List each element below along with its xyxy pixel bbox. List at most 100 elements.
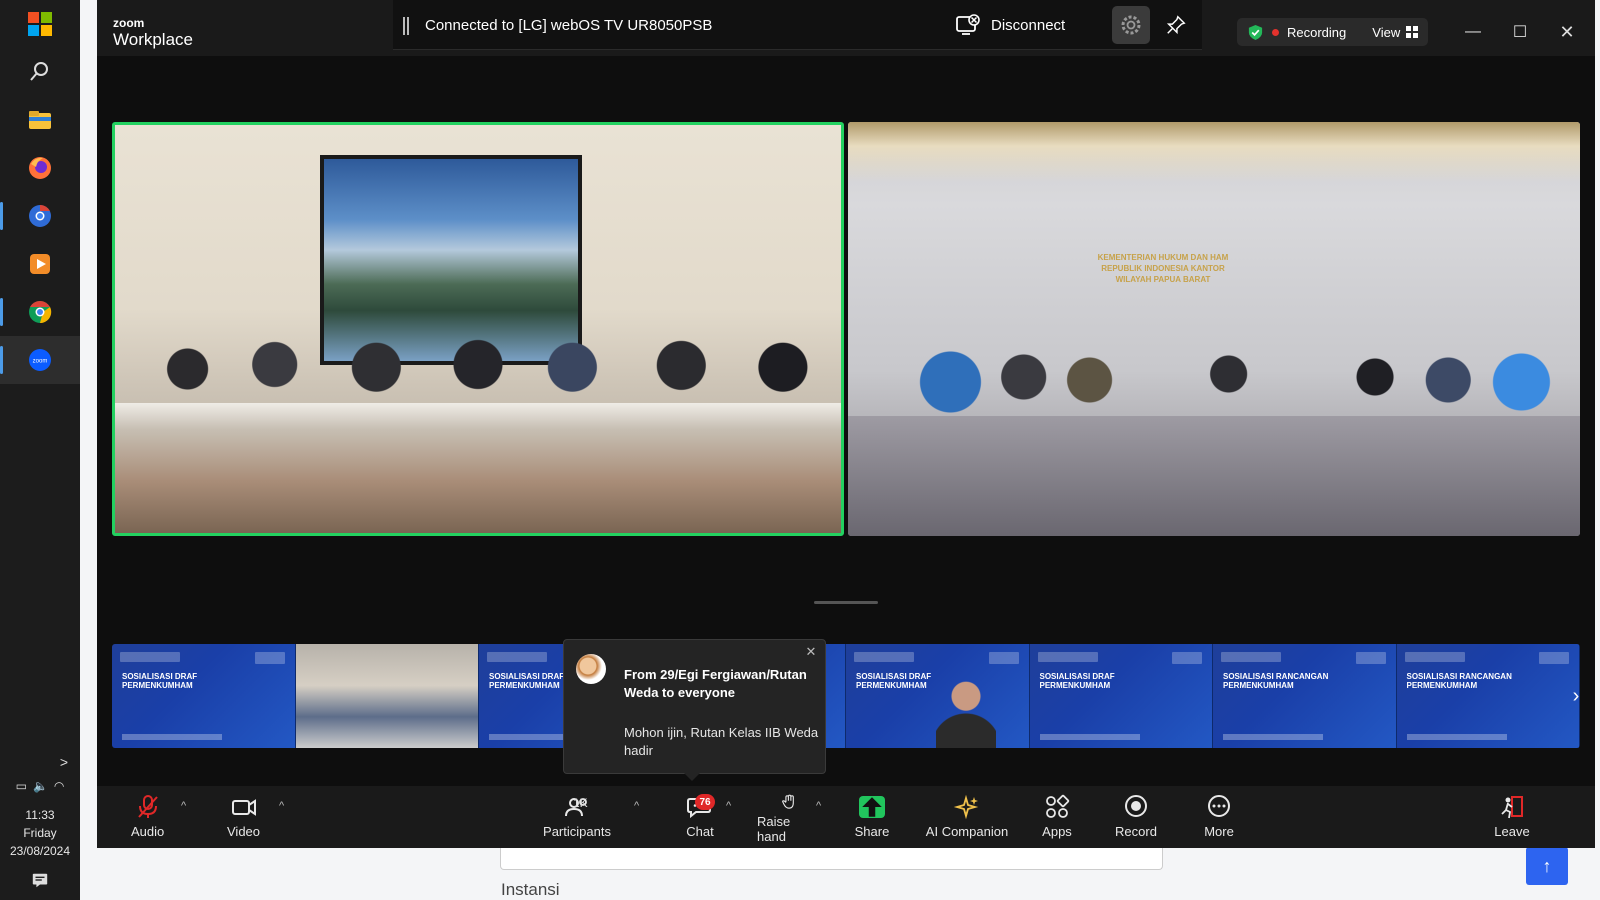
- raise-hand-button[interactable]: Raise hand: [757, 794, 821, 844]
- disconnect-icon: [956, 14, 980, 35]
- volume-icon[interactable]: 🔈: [33, 779, 48, 793]
- raise-hand-options-caret[interactable]: ^: [816, 800, 821, 812]
- notification-center[interactable]: [0, 860, 80, 900]
- clock-day: Friday: [23, 826, 57, 840]
- arrow-up-icon: ↑: [1542, 855, 1552, 876]
- disconnect-button[interactable]: Disconnect: [955, 10, 1065, 40]
- record-icon: [1125, 795, 1147, 817]
- conference-tables: [115, 403, 841, 533]
- ceiling-lights: [848, 122, 1580, 182]
- filmstrip-thumb[interactable]: SOSIALISASI DRAF PERMENKUMHAM: [1029, 644, 1213, 748]
- filmstrip-next-button[interactable]: ›: [1564, 678, 1588, 714]
- close-popup-button[interactable]: ✕: [803, 644, 819, 660]
- notification-icon[interactable]: [31, 871, 49, 889]
- video-tile-conference-room[interactable]: KEMENTERIAN HUKUM DAN HAM REPUBLIK INDON…: [848, 122, 1580, 536]
- sender-avatar: [576, 654, 606, 684]
- zoom-titlebar: zoom Workplace Connected to [LG] webOS T…: [97, 0, 1595, 56]
- cast-settings-button[interactable]: [1112, 6, 1150, 44]
- share-label: Share: [854, 824, 890, 839]
- leave-label: Leave: [1494, 824, 1530, 839]
- battery-icon[interactable]: ▭: [16, 779, 27, 793]
- filmstrip-thumb[interactable]: SOSIALISASI RANCANGAN PERMENKUMHAM: [1213, 644, 1397, 748]
- leave-button[interactable]: Leave: [1492, 794, 1532, 844]
- participant-face: [936, 674, 996, 748]
- video-label: Video: [227, 824, 261, 839]
- search-icon[interactable]: [0, 48, 80, 96]
- clock[interactable]: 11:33 Friday 23/08/2024: [0, 806, 80, 860]
- audio-button[interactable]: Audio: [131, 794, 164, 844]
- resize-handle[interactable]: [814, 601, 878, 604]
- cast-status: Connected to [LG] webOS TV UR8050PSB: [425, 17, 713, 34]
- record-button[interactable]: Record: [1114, 794, 1158, 844]
- apps-label: Apps: [1042, 824, 1072, 839]
- chat-label: Chat: [686, 824, 714, 839]
- media-player-icon[interactable]: [0, 240, 80, 288]
- maximize-icon: ☐: [1512, 24, 1528, 41]
- firefox-icon[interactable]: [0, 144, 80, 192]
- chevron-right-icon: ›: [1572, 684, 1580, 707]
- zoom-taskbar-icon[interactable]: zoom: [0, 336, 80, 384]
- wifi-icon[interactable]: ◠: [54, 779, 64, 793]
- screen-cast-bar: Connected to [LG] webOS TV UR8050PSB Dis…: [393, 0, 1202, 50]
- video-tile-active-speaker[interactable]: [112, 122, 844, 536]
- system-tray: > ▭ 🔈 ◠ 11:33 Friday 23/08/2024: [0, 750, 80, 900]
- gear-icon: [1121, 15, 1141, 35]
- maximize-button[interactable]: ☐: [1500, 14, 1540, 50]
- zoom-meeting-window: zoom Workplace Connected to [LG] webOS T…: [97, 0, 1595, 848]
- close-window-button[interactable]: ✕: [1547, 14, 1587, 50]
- clock-time: 11:33: [25, 808, 55, 822]
- audio-label: Audio: [131, 824, 165, 839]
- filmstrip-thumb[interactable]: SOSIALISASI DRAF PERMENKUMHAM: [846, 644, 1030, 748]
- more-dots-icon: [1208, 795, 1230, 817]
- video-camera-icon: [231, 799, 256, 816]
- pin-button[interactable]: [1159, 8, 1193, 42]
- view-button[interactable]: View: [1372, 25, 1419, 40]
- raise-hand-icon: [782, 794, 794, 809]
- chrome-icon[interactable]: [0, 288, 80, 336]
- svg-text:zoom: zoom: [33, 359, 48, 365]
- microphone-muted-icon: [137, 795, 158, 818]
- raise-hand-label: Raise hand: [757, 814, 791, 844]
- share-button[interactable]: Share: [850, 794, 894, 844]
- clock-date: 23/08/2024: [9, 844, 71, 858]
- filmstrip-thumb[interactable]: [295, 644, 479, 748]
- minimize-icon: —: [1465, 23, 1481, 40]
- shield-check-icon[interactable]: [1247, 24, 1264, 41]
- ai-companion-button[interactable]: AI Companion: [925, 794, 1009, 844]
- apps-icon: [1046, 794, 1070, 818]
- participants-count: 1K: [573, 796, 588, 810]
- chrome-beta-icon[interactable]: [0, 192, 80, 240]
- instansi-label: Instansi: [501, 880, 560, 899]
- video-button[interactable]: Video: [227, 794, 260, 844]
- recording-label[interactable]: Recording: [1287, 25, 1346, 40]
- filmstrip-thumb[interactable]: SOSIALISASI RANCANGAN PERMENKUMHAM: [1396, 644, 1580, 748]
- meeting-status-group: Recording View: [1237, 18, 1429, 46]
- audio-options-caret[interactable]: ^: [181, 800, 186, 812]
- participants-options-caret[interactable]: ^: [634, 800, 639, 812]
- minimize-button[interactable]: —: [1453, 14, 1493, 50]
- apps-button[interactable]: Apps: [1037, 794, 1077, 844]
- wall-emblem-text: KEMENTERIAN HUKUM DAN HAM REPUBLIK INDON…: [1097, 253, 1229, 284]
- ai-companion-label: AI Companion: [925, 824, 1009, 839]
- pin-icon: [1166, 15, 1186, 35]
- more-button[interactable]: More: [1199, 794, 1239, 844]
- video-filmstrip: SOSIALISASI DRAF PERMENKUMHAM SOSIALISAS…: [112, 644, 1580, 748]
- windows-start-icon[interactable]: [0, 0, 80, 48]
- chat-options-caret[interactable]: ^: [726, 800, 731, 812]
- video-options-caret[interactable]: ^: [279, 800, 284, 812]
- file-explorer-icon[interactable]: [0, 96, 80, 144]
- share-arrow-icon: [859, 796, 885, 818]
- scroll-top-button[interactable]: ↑: [1526, 847, 1568, 885]
- disconnect-label: Disconnect: [991, 16, 1066, 34]
- more-label: More: [1204, 824, 1234, 839]
- thumb-title: SOSIALISASI DRAF PERMENKUMHAM: [1039, 672, 1115, 690]
- record-label: Record: [1115, 824, 1157, 839]
- drag-handle[interactable]: [403, 17, 409, 35]
- filmstrip-thumb[interactable]: SOSIALISASI DRAF PERMENKUMHAM: [112, 644, 296, 748]
- chevron-right-icon[interactable]: >: [60, 754, 68, 770]
- logo-big: Workplace: [113, 30, 193, 49]
- chat-button[interactable]: 76 Chat: [679, 794, 721, 844]
- participants-button[interactable]: 1K Participants: [537, 794, 617, 844]
- chat-notification-popup[interactable]: From 29/Egi Fergiawan/Rutan Weda to ever…: [563, 639, 826, 781]
- tray-expand[interactable]: >: [0, 750, 80, 774]
